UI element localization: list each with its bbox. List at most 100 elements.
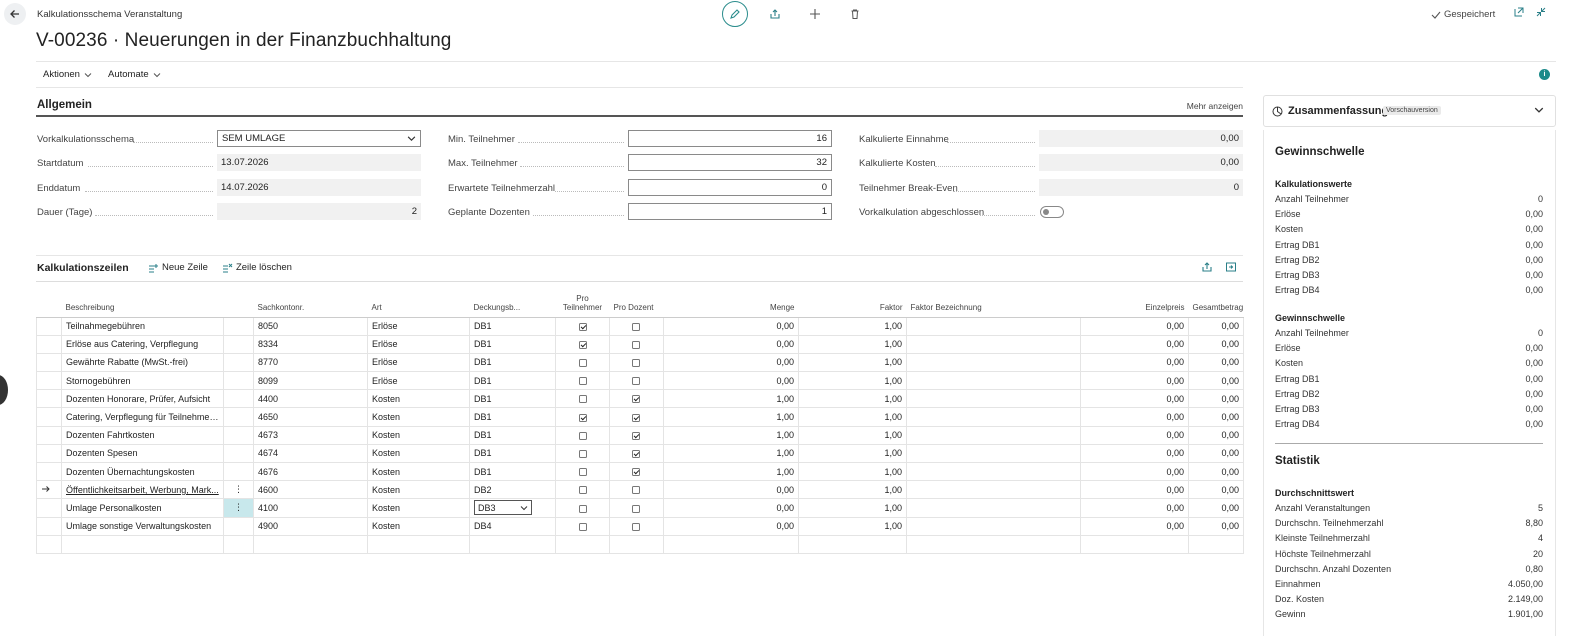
quantity-cell[interactable]: 0,00 [663, 498, 799, 518]
account-cell[interactable]: 4400 [253, 389, 368, 409]
per-participant-cell[interactable] [555, 462, 610, 482]
unit-price-cell[interactable]: 0,00 [1080, 407, 1189, 427]
kind-cell[interactable]: Kosten [367, 426, 470, 445]
account-cell[interactable]: 4600 [253, 480, 368, 500]
per-participant-cell[interactable] [555, 317, 610, 336]
table-row[interactable]: Catering, Verpflegung für Teilnehmer... … [36, 407, 1244, 427]
col-factor[interactable]: Faktor [798, 291, 907, 318]
factor-cell[interactable]: 1,00 [798, 407, 907, 427]
coverage-cell[interactable]: DB1 [469, 407, 556, 427]
factor-desc-cell[interactable] [906, 426, 1081, 445]
account-cell[interactable]: 4100 [253, 498, 368, 518]
factor-cell[interactable]: 1,00 [798, 335, 907, 354]
factor-desc-cell[interactable] [906, 407, 1081, 427]
start-date-field[interactable]: 13.07.2026 [217, 154, 421, 171]
unit-price-cell[interactable]: 0,00 [1080, 462, 1189, 482]
quantity-cell[interactable]: 1,00 [663, 389, 799, 409]
per-lecturer-cell[interactable] [609, 407, 664, 427]
collapse-icon[interactable] [1535, 6, 1547, 18]
per-participant-checkbox[interactable] [578, 431, 587, 440]
empty-cell[interactable] [61, 535, 224, 554]
description-cell[interactable]: Stornogebühren [61, 371, 224, 391]
per-participant-checkbox[interactable] [578, 395, 587, 404]
account-cell[interactable]: 8334 [253, 335, 368, 354]
factor-cell[interactable]: 1,00 [798, 498, 907, 518]
col-total[interactable]: Gesamtbetrag [1188, 291, 1244, 318]
factor-desc-cell[interactable] [906, 444, 1081, 464]
actions-menu[interactable]: Aktionen [43, 69, 92, 80]
info-icon[interactable]: i [1539, 69, 1550, 80]
per-lecturer-cell[interactable] [609, 389, 664, 409]
quantity-cell[interactable]: 1,00 [663, 426, 799, 445]
per-participant-checkbox[interactable] [578, 486, 587, 495]
per-participant-cell[interactable] [555, 335, 610, 354]
quantity-cell[interactable]: 1,00 [663, 444, 799, 464]
col-description[interactable]: Beschreibung [61, 291, 224, 318]
account-cell[interactable]: 8099 [253, 371, 368, 391]
row-menu-button[interactable] [223, 353, 254, 373]
per-lecturer-cell[interactable] [609, 498, 664, 518]
coverage-cell[interactable]: DB1 [469, 371, 556, 391]
quantity-cell[interactable]: 0,00 [663, 317, 799, 336]
new-line-button[interactable]: Neue Zeile [148, 262, 208, 273]
per-lecturer-checkbox[interactable] [632, 322, 640, 331]
delete-button[interactable] [842, 1, 868, 27]
table-row[interactable]: Dozenten Honorare, Prüfer, Aufsicht 4400… [36, 389, 1244, 409]
factor-desc-cell[interactable] [906, 335, 1081, 354]
description-text[interactable]: Öffentlichkeitsarbeit, Werbung, Mark... [66, 485, 219, 495]
factor-cell[interactable]: 1,00 [798, 317, 907, 336]
kind-cell[interactable]: Kosten [367, 407, 470, 427]
table-row[interactable]: Umlage Personalkosten ⋮ 4100 Kosten DB3 … [36, 498, 1244, 518]
empty-cell[interactable] [1080, 535, 1189, 554]
factor-cell[interactable]: 1,00 [798, 426, 907, 445]
description-cell[interactable]: Teilnahmegebühren [61, 317, 224, 336]
col-per-lecturer[interactable]: Pro Dozent [609, 291, 664, 318]
factor-cell[interactable]: 1,00 [798, 353, 907, 373]
coverage-cell[interactable]: DB4 [469, 517, 556, 536]
col-unit-price[interactable]: Einzelpreis [1080, 291, 1189, 318]
row-menu-button[interactable] [223, 517, 254, 536]
description-cell[interactable]: Gewährte Rabatte (MwSt.-frei) [61, 353, 224, 373]
empty-cell[interactable] [798, 535, 907, 554]
empty-cell[interactable] [609, 535, 664, 554]
col-factor-desc[interactable]: Faktor Bezeichnung [906, 291, 1081, 318]
table-row[interactable]: Öffentlichkeitsarbeit, Werbung, Mark... … [36, 480, 1244, 500]
per-lecturer-checkbox[interactable] [632, 522, 640, 531]
col-account[interactable]: Sachkontonr. [253, 291, 368, 318]
planned-lecturers-input[interactable]: 1 [628, 203, 832, 220]
per-participant-cell[interactable] [555, 407, 610, 427]
account-cell[interactable]: 4673 [253, 426, 368, 445]
per-lecturer-cell[interactable] [609, 371, 664, 391]
kind-cell[interactable]: Erlöse [367, 353, 470, 373]
open-new-window-icon[interactable] [1513, 6, 1525, 18]
coverage-cell[interactable]: DB1 [469, 317, 556, 336]
empty-cell[interactable] [906, 535, 1081, 554]
min-participants-input[interactable]: 16 [628, 130, 832, 147]
description-cell[interactable]: Dozenten Übernachtungskosten [61, 462, 224, 482]
chevron-down-icon[interactable] [1534, 105, 1544, 115]
row-menu-button[interactable] [223, 389, 254, 409]
per-participant-checkbox[interactable] [578, 468, 587, 477]
kind-cell[interactable]: Kosten [367, 498, 470, 518]
col-coverage[interactable]: Deckungsb... [469, 291, 556, 318]
unit-price-cell[interactable]: 0,00 [1080, 498, 1189, 518]
row-menu-button[interactable] [223, 444, 254, 464]
delete-line-button[interactable]: Zeile löschen [222, 262, 292, 273]
per-lecturer-checkbox[interactable] [632, 431, 640, 440]
per-lecturer-cell[interactable] [609, 317, 664, 336]
kind-cell[interactable]: Kosten [367, 480, 470, 500]
per-participant-checkbox[interactable] [578, 450, 587, 459]
per-participant-checkbox[interactable] [578, 413, 587, 422]
table-row[interactable]: Teilnahmegebühren 8050 Erlöse DB1 0,00 1… [36, 317, 1244, 336]
share-button[interactable] [762, 1, 788, 27]
per-lecturer-checkbox[interactable] [632, 413, 640, 422]
per-participant-cell[interactable] [555, 371, 610, 391]
per-lecturer-cell[interactable] [609, 480, 664, 500]
description-cell[interactable]: Dozenten Fahrtkosten [61, 426, 224, 445]
per-participant-checkbox[interactable] [578, 377, 587, 386]
share-icon[interactable] [1201, 261, 1213, 273]
per-lecturer-cell[interactable] [609, 462, 664, 482]
coverage-cell[interactable]: DB1 [469, 353, 556, 373]
factor-desc-cell[interactable] [906, 498, 1081, 518]
per-lecturer-checkbox[interactable] [632, 377, 640, 386]
